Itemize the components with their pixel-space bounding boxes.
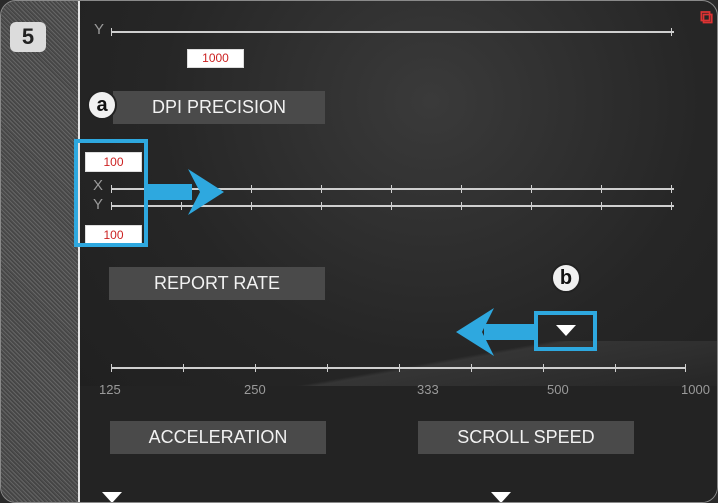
report-rate-slider-handle[interactable] <box>556 325 576 336</box>
scroll-speed-label: SCROLL SPEED <box>418 421 634 454</box>
top-y-axis-letter: Y <box>94 21 105 38</box>
scroll-speed-slider-handle[interactable] <box>491 492 511 502</box>
acceleration-label: ACCELERATION <box>110 421 326 454</box>
top-y-value: 1000 <box>187 49 244 68</box>
step-number-badge: 5 <box>10 22 46 52</box>
badge-a: a <box>87 90 117 120</box>
rate-label-1000: 1000 <box>681 382 710 397</box>
badge-b: b <box>551 263 581 293</box>
left-arrow-icon <box>456 308 534 356</box>
rate-label-500: 500 <box>547 382 569 397</box>
left-strip <box>1 1 79 502</box>
dpi-value-highlight <box>74 139 148 247</box>
report-rate-label: REPORT RATE <box>109 267 325 300</box>
settings-panel: 5 ⧉ Y 1000 DPI PRECISION a X Y 100 100 R… <box>0 0 718 503</box>
corner-icon[interactable]: ⧉ <box>700 7 713 28</box>
right-arrow-icon <box>148 169 224 215</box>
report-rate-track[interactable] <box>111 364 686 372</box>
dpi-precision-label: DPI PRECISION <box>113 91 325 124</box>
rate-label-333: 333 <box>417 382 439 397</box>
rate-label-250: 250 <box>244 382 266 397</box>
rate-label-125: 125 <box>99 382 121 397</box>
acceleration-slider-handle[interactable] <box>102 492 122 502</box>
top-y-slider-track[interactable] <box>111 28 674 36</box>
